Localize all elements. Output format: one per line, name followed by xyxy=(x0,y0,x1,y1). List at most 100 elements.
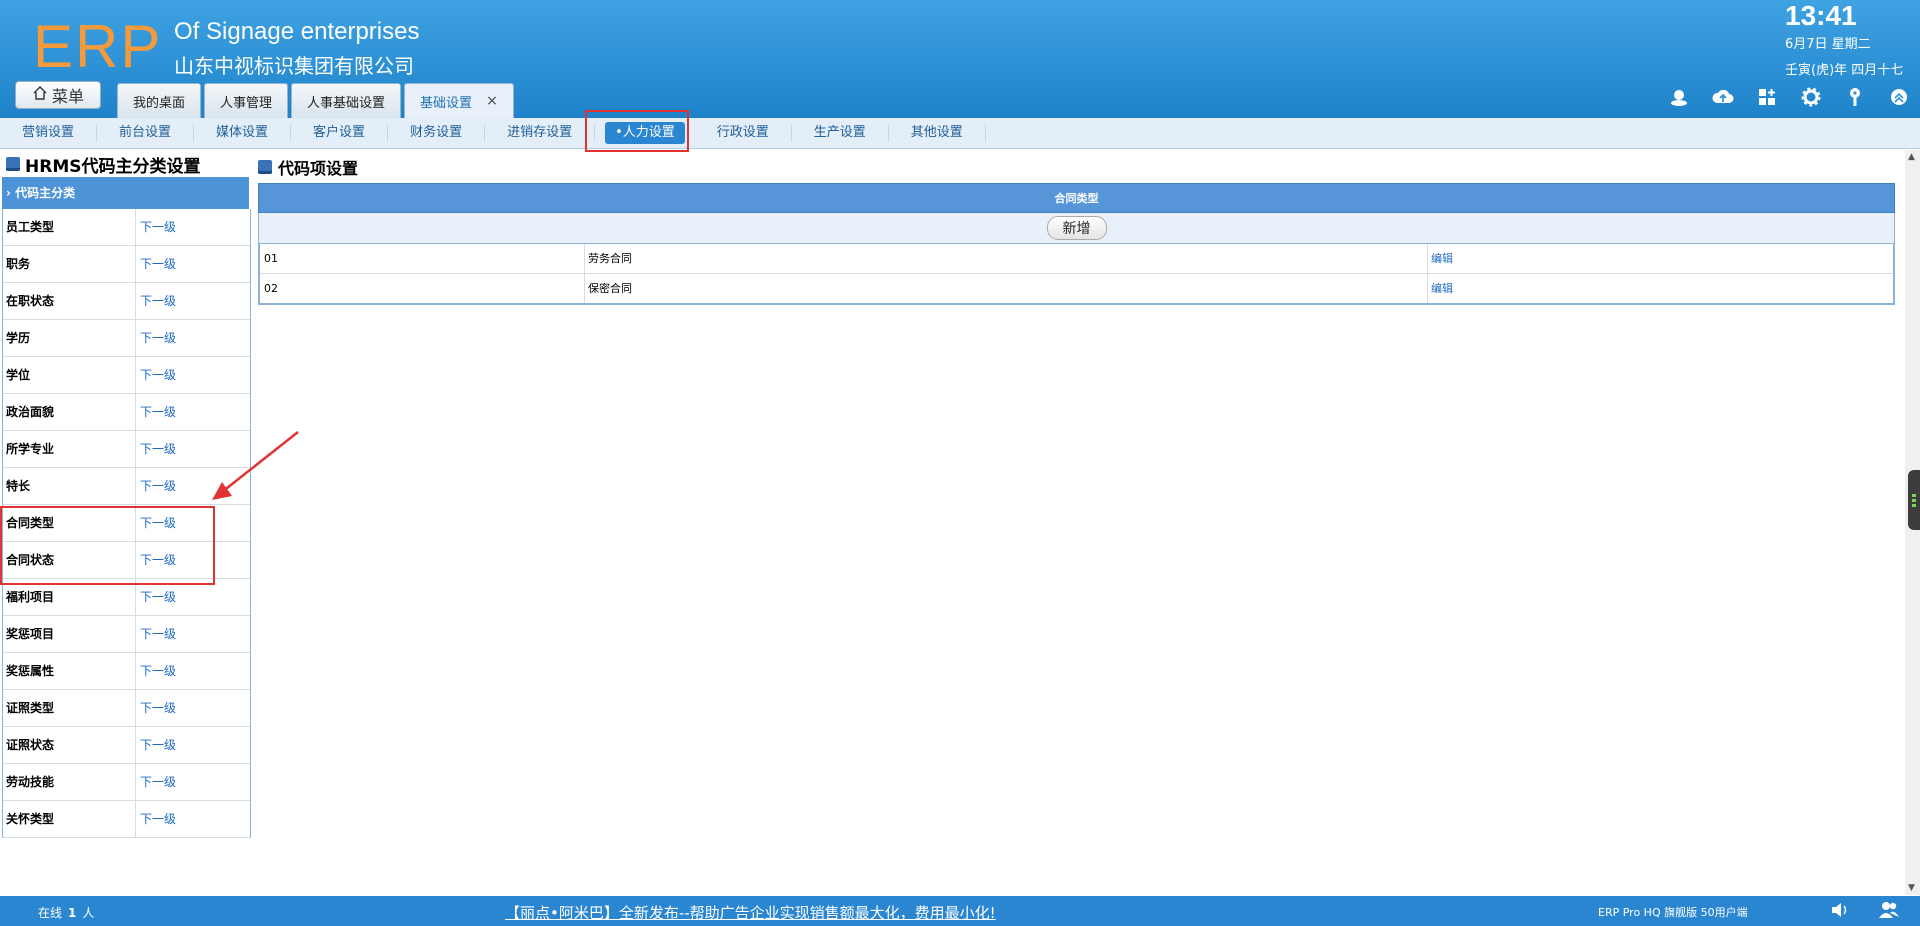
grid-title: 合同类型 xyxy=(258,183,1895,213)
tab-hr-management[interactable]: 人事管理 xyxy=(204,83,289,118)
next-level-link[interactable]: 下一级 xyxy=(136,431,176,467)
gear-icon[interactable] xyxy=(1800,86,1822,108)
next-level-link[interactable]: 下一级 xyxy=(136,209,176,245)
tab-desktop[interactable]: 我的桌面 xyxy=(117,83,202,118)
apps-icon[interactable] xyxy=(1756,86,1778,108)
category-name[interactable]: 奖惩项目 xyxy=(3,616,136,652)
computer-icon xyxy=(258,160,272,174)
online-suffix: 人 xyxy=(82,906,95,920)
name-cell: 保密合同 xyxy=(585,274,1428,303)
edit-link[interactable]: 编辑 xyxy=(1428,274,1453,303)
scroll-up-icon[interactable]: ▲ xyxy=(1908,152,1915,162)
highlight-box-contract-rows xyxy=(0,506,215,585)
next-level-link[interactable]: 下一级 xyxy=(136,283,176,319)
category-name[interactable]: 在职状态 xyxy=(3,283,136,319)
online-prefix: 在线 xyxy=(38,906,63,920)
category-name[interactable]: 政治面貌 xyxy=(3,394,136,430)
online-count: 在线 1 人 xyxy=(38,904,94,921)
category-row: 证照状态 下一级 xyxy=(3,727,250,764)
subnav-customer[interactable]: 客户设置 xyxy=(291,124,389,142)
category-row: 证照类型 下一级 xyxy=(3,690,250,727)
category-name[interactable]: 劳动技能 xyxy=(3,764,136,800)
subnav-admin[interactable]: 行政设置 xyxy=(695,124,792,142)
next-level-link[interactable]: 下一级 xyxy=(136,246,176,282)
category-name[interactable]: 员工类型 xyxy=(3,209,136,245)
users-icon[interactable] xyxy=(1878,901,1900,923)
next-level-link[interactable]: 下一级 xyxy=(136,616,176,652)
clock-date: 6月7日 星期二 xyxy=(1785,37,1871,52)
next-level-link[interactable]: 下一级 xyxy=(136,801,176,837)
category-name[interactable]: 奖惩属性 xyxy=(3,653,136,689)
user-icon[interactable] xyxy=(1668,86,1690,108)
company-name-en: Of Signage enterprises xyxy=(174,18,420,45)
highlight-box-hr-tab xyxy=(585,110,689,152)
category-row: 奖惩属性 下一级 xyxy=(3,653,250,690)
edit-link[interactable]: 编辑 xyxy=(1428,244,1453,273)
next-level-link[interactable]: 下一级 xyxy=(136,727,176,763)
category-name[interactable]: 学位 xyxy=(3,357,136,393)
grid-toolbar: 新增 xyxy=(258,213,1895,243)
status-bar: 在线 1 人 【丽点•阿米巴】全新发布--帮助广告企业实现销售额最大化，费用最小化!… xyxy=(0,896,1920,926)
tab-basic-settings[interactable]: 基础设置 × xyxy=(404,83,514,118)
tab-label: 基础设置 xyxy=(420,95,473,111)
code-item-grid: 01 劳务合同 编辑 02 保密合同 编辑 xyxy=(258,243,1895,305)
category-name[interactable]: 证照状态 xyxy=(3,727,136,763)
subnav-inventory[interactable]: 进销存设置 xyxy=(485,124,596,142)
subnav-media[interactable]: 媒体设置 xyxy=(194,124,292,142)
subnav-front-desk[interactable]: 前台设置 xyxy=(97,124,195,142)
lunar-date: 壬寅(虎)年 四月十七 xyxy=(1785,63,1904,78)
category-name[interactable]: 特长 xyxy=(3,468,136,504)
subnav-finance[interactable]: 财务设置 xyxy=(388,124,486,142)
side-panel-handle[interactable] xyxy=(1908,470,1920,530)
close-icon[interactable]: × xyxy=(486,93,498,109)
announcement-link[interactable]: 【丽点•阿米巴】全新发布--帮助广告企业实现销售额最大化，费用最小化! xyxy=(505,902,996,923)
category-header-text: 代码主分类 xyxy=(15,186,76,200)
category-row: 学历 下一级 xyxy=(3,320,250,357)
category-row: 关怀类型 下一级 xyxy=(3,801,250,838)
next-level-link[interactable]: 下一级 xyxy=(136,468,176,504)
category-header: › 代码主分类 xyxy=(2,177,249,209)
menu-button[interactable]: 菜单 xyxy=(15,81,101,109)
scroll-down-icon[interactable]: ▼ xyxy=(1908,883,1915,893)
table-row: 02 保密合同 编辑 xyxy=(260,274,1893,303)
next-level-link[interactable]: 下一级 xyxy=(136,394,176,430)
category-name[interactable]: 所学专业 xyxy=(3,431,136,467)
next-level-link[interactable]: 下一级 xyxy=(136,690,176,726)
tab-hr-basic-settings[interactable]: 人事基础设置 xyxy=(291,83,402,118)
online-number: 1 xyxy=(68,906,77,920)
subnav-other[interactable]: 其他设置 xyxy=(889,124,986,142)
tab-label: 人事基础设置 xyxy=(307,95,386,111)
left-title-text: HRMS代码主分类设置 xyxy=(25,156,201,177)
table-row: 01 劳务合同 编辑 xyxy=(260,244,1893,274)
next-level-link[interactable]: 下一级 xyxy=(136,764,176,800)
add-button[interactable]: 新增 xyxy=(1046,216,1107,240)
volume-icon[interactable] xyxy=(1830,901,1850,923)
right-panel: 代码项设置 合同类型 新增 01 劳务合同 编辑 02 保密合同 编辑 xyxy=(258,151,1895,305)
code-cell: 01 xyxy=(260,244,585,273)
category-name[interactable]: 证照类型 xyxy=(3,690,136,726)
next-level-link[interactable]: 下一级 xyxy=(136,357,176,393)
name-cell: 劳务合同 xyxy=(585,244,1428,273)
left-panel-title: HRMS代码主分类设置 xyxy=(0,151,250,177)
home-icon xyxy=(32,85,48,105)
settings-subnav: 营销设置 前台设置 媒体设置 客户设置 财务设置 进销存设置 •人力设置 行政设… xyxy=(0,118,1920,149)
next-level-link[interactable]: 下一级 xyxy=(136,320,176,356)
erp-logo: ERP xyxy=(33,13,163,80)
tab-label: 我的桌面 xyxy=(133,95,186,111)
key-icon[interactable] xyxy=(1844,86,1866,108)
subnav-production[interactable]: 生产设置 xyxy=(792,124,889,142)
category-name[interactable]: 关怀类型 xyxy=(3,801,136,837)
toolbar-icons xyxy=(1668,86,1910,108)
footer-icons xyxy=(1830,901,1900,923)
next-level-link[interactable]: 下一级 xyxy=(136,653,176,689)
category-row: 奖惩项目 下一级 xyxy=(3,616,250,653)
company-name-cn: 山东中视标识集团有限公司 xyxy=(174,54,414,78)
cloud-upload-icon[interactable] xyxy=(1712,86,1734,108)
category-name[interactable]: 职务 xyxy=(3,246,136,282)
subnav-marketing[interactable]: 营销设置 xyxy=(0,124,98,142)
category-row: 特长 下一级 xyxy=(3,468,250,505)
computer-icon xyxy=(6,157,20,171)
category-name[interactable]: 学历 xyxy=(3,320,136,356)
collapse-icon[interactable] xyxy=(1888,86,1910,108)
code-cell: 02 xyxy=(260,274,585,303)
